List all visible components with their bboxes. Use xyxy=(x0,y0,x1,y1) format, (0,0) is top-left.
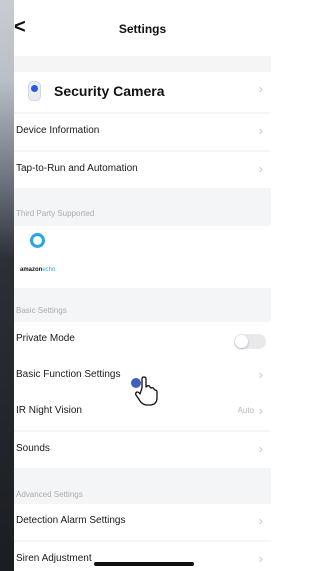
alexa-product: echo xyxy=(42,267,56,273)
chevron-right-icon: › xyxy=(258,161,263,176)
alexa-card[interactable]: amazonecho xyxy=(14,226,271,288)
section-advanced-settings: Advanced Settings xyxy=(16,490,83,499)
row-siren-adjustment[interactable]: Siren Adjustment › xyxy=(14,542,271,571)
row-label: Detection Alarm Settings xyxy=(16,515,126,526)
background-edge xyxy=(0,0,14,571)
chevron-right-icon: › xyxy=(258,123,263,138)
home-indicator xyxy=(94,562,194,566)
row-detection-alarm-settings[interactable]: Detection Alarm Settings › xyxy=(14,504,271,540)
row-private-mode: Private Mode xyxy=(14,322,271,358)
camera-icon xyxy=(28,81,41,101)
row-label: Device Information xyxy=(16,125,100,136)
row-device-information[interactable]: Device Information › xyxy=(14,114,271,150)
alexa-brand: amazon xyxy=(20,267,43,273)
row-sounds[interactable]: Sounds › xyxy=(14,432,271,468)
chevron-right-icon: › xyxy=(258,551,263,566)
row-tap-to-run[interactable]: Tap-to-Run and Automation › xyxy=(14,152,271,188)
private-mode-toggle[interactable] xyxy=(234,334,266,349)
settings-screen: < Settings Security Camera › Device Info… xyxy=(14,0,271,571)
row-label: IR Night Vision xyxy=(16,405,82,416)
row-label: Private Mode xyxy=(16,333,75,344)
device-name: Security Camera xyxy=(54,83,165,99)
row-label: Tap-to-Run and Automation xyxy=(16,163,138,174)
row-label: Siren Adjustment xyxy=(16,553,92,564)
ir-night-vision-value: Auto xyxy=(237,406,254,415)
chevron-right-icon: › xyxy=(258,403,263,418)
alexa-icon xyxy=(30,233,45,248)
alexa-logo-text: amazonecho xyxy=(20,267,55,273)
chevron-right-icon: › xyxy=(258,513,263,528)
page-title: Settings xyxy=(118,22,167,36)
hand-pointer-icon xyxy=(131,376,158,406)
row-label: Basic Function Settings xyxy=(16,369,121,380)
top-bar: < Settings xyxy=(14,0,271,56)
row-label: Sounds xyxy=(16,443,50,454)
device-card[interactable]: Security Camera › xyxy=(14,72,271,112)
section-third-party: Third Party Supported xyxy=(16,209,95,218)
chevron-right-icon: › xyxy=(258,367,263,382)
section-basic-settings: Basic Settings xyxy=(16,306,67,315)
chevron-right-icon: › xyxy=(258,81,263,96)
chevron-right-icon: › xyxy=(258,441,263,456)
